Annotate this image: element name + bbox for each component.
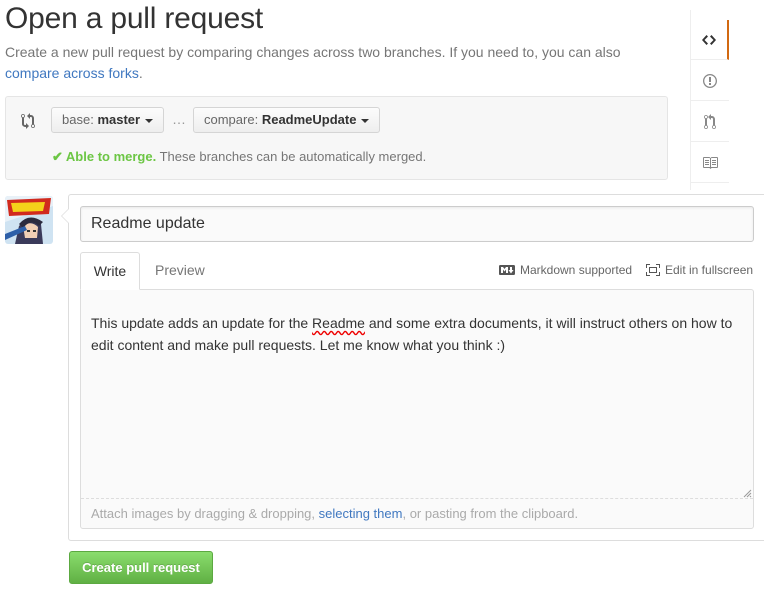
select-files-link[interactable]: selecting them	[319, 506, 403, 521]
merge-status-label: Able to merge.	[65, 149, 157, 164]
edit-fullscreen-label: Edit in fullscreen	[665, 263, 754, 277]
compare-branch-value: ReadmeUpdate	[261, 112, 357, 127]
code-icon	[702, 34, 716, 45]
create-pull-request-button[interactable]: Create pull request	[69, 551, 213, 584]
tab-preview[interactable]: Preview	[143, 252, 217, 290]
sidenav-item-issues[interactable]	[691, 61, 729, 101]
range-ellipsis: …	[172, 111, 186, 127]
base-branch-value: master	[97, 112, 141, 127]
pr-body-textarea[interactable]: This update adds an update for the Readm…	[80, 289, 754, 529]
check-icon: ✔	[52, 149, 63, 164]
branch-range-editor: base: master … compare: ReadmeUpdate ✔ Ab…	[5, 96, 668, 180]
compare-forks-link[interactable]: compare across forks	[5, 65, 139, 81]
wiki-icon	[703, 156, 718, 169]
edit-fullscreen-link[interactable]: Edit in fullscreen	[646, 263, 753, 277]
subtitle-end: .	[138, 65, 143, 81]
sidenav-bar	[690, 10, 729, 190]
pr-body-text[interactable]: This update adds an update for the Readm…	[91, 312, 741, 356]
merge-status: ✔ Able to merge. These branches can be au…	[52, 149, 426, 165]
pr-title-input[interactable]	[80, 206, 754, 242]
page-title: Open a pull request	[5, 2, 264, 35]
chevron-down-icon	[361, 118, 370, 123]
subtitle-text: Create a new pull request by comparing c…	[5, 44, 621, 60]
sidenav-item-wiki[interactable]	[691, 143, 729, 183]
spellcheck-flagged-word: Readme	[312, 315, 365, 331]
compare-branch-select[interactable]: compare: ReadmeUpdate	[193, 107, 381, 133]
chevron-down-icon	[145, 118, 154, 123]
pull-request-icon	[704, 113, 716, 129]
attach-images-bar[interactable]: Attach images by dragging & dropping, se…	[81, 498, 753, 528]
compare-icon	[21, 113, 37, 129]
tab-write[interactable]: Write	[80, 252, 140, 290]
attach-text-start: Attach images by dragging & dropping,	[91, 506, 319, 521]
sidenav-item-pull-requests[interactable]	[691, 102, 729, 142]
markdown-supported-link[interactable]: Markdown supported	[499, 263, 632, 277]
fullscreen-icon	[646, 264, 660, 276]
base-branch-label: base:	[62, 112, 94, 127]
resize-grip-icon[interactable]	[742, 488, 752, 498]
sidenav-item-code[interactable]	[691, 20, 729, 60]
markdown-supported-label: Markdown supported	[520, 263, 633, 277]
composer-pointer-inner	[62, 208, 70, 224]
attach-text-end: , or pasting from the clipboard.	[402, 506, 579, 521]
markdown-icon	[499, 265, 515, 275]
issues-icon	[703, 73, 717, 88]
merge-status-detail: These branches can be automatically merg…	[159, 149, 427, 164]
base-branch-select[interactable]: base: master	[51, 107, 165, 133]
page-subtitle: Create a new pull request by comparing c…	[5, 42, 665, 84]
pr-body-text-start: This update adds an update for the	[91, 315, 313, 331]
avatar[interactable]	[5, 196, 53, 244]
compare-branch-label: compare:	[204, 112, 259, 127]
avatar-image	[5, 196, 53, 244]
